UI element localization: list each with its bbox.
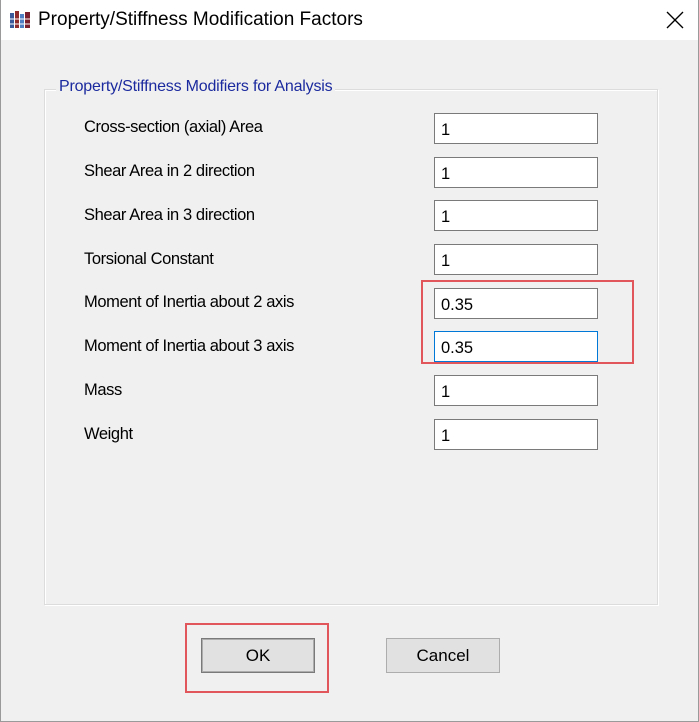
inertia-2-axis-input[interactable]: [434, 288, 598, 319]
shear-area-2-input[interactable]: [434, 157, 598, 188]
property-modifiers-dialog: Property/Stiffness Modification Factors …: [0, 0, 699, 722]
label-inertia-2-axis: Moment of Inertia about 2 axis: [84, 293, 294, 311]
label-weight: Weight: [84, 425, 133, 443]
close-button[interactable]: [652, 0, 698, 40]
label-inertia-3-axis: Moment of Inertia about 3 axis: [84, 337, 294, 355]
inertia-3-axis-input[interactable]: [434, 331, 598, 362]
app-icon: [9, 10, 31, 29]
weight-input[interactable]: [434, 419, 598, 450]
title-bar[interactable]: Property/Stiffness Modification Factors: [1, 0, 698, 40]
axial-area-input[interactable]: [434, 113, 598, 144]
label-axial-area: Cross-section (axial) Area: [84, 118, 263, 136]
torsional-constant-input[interactable]: [434, 244, 598, 275]
groupbox-legend: Property/Stiffness Modifiers for Analysi…: [56, 78, 336, 96]
window-title: Property/Stiffness Modification Factors: [38, 9, 363, 30]
label-torsional-constant: Torsional Constant: [84, 250, 214, 268]
label-shear-area-2: Shear Area in 2 direction: [84, 162, 255, 180]
ok-button[interactable]: OK: [201, 638, 315, 673]
mass-input[interactable]: [434, 375, 598, 406]
shear-area-3-input[interactable]: [434, 200, 598, 231]
label-mass: Mass: [84, 381, 122, 399]
label-shear-area-3: Shear Area in 3 direction: [84, 206, 255, 224]
close-icon: [666, 11, 684, 29]
cancel-button[interactable]: Cancel: [386, 638, 500, 673]
